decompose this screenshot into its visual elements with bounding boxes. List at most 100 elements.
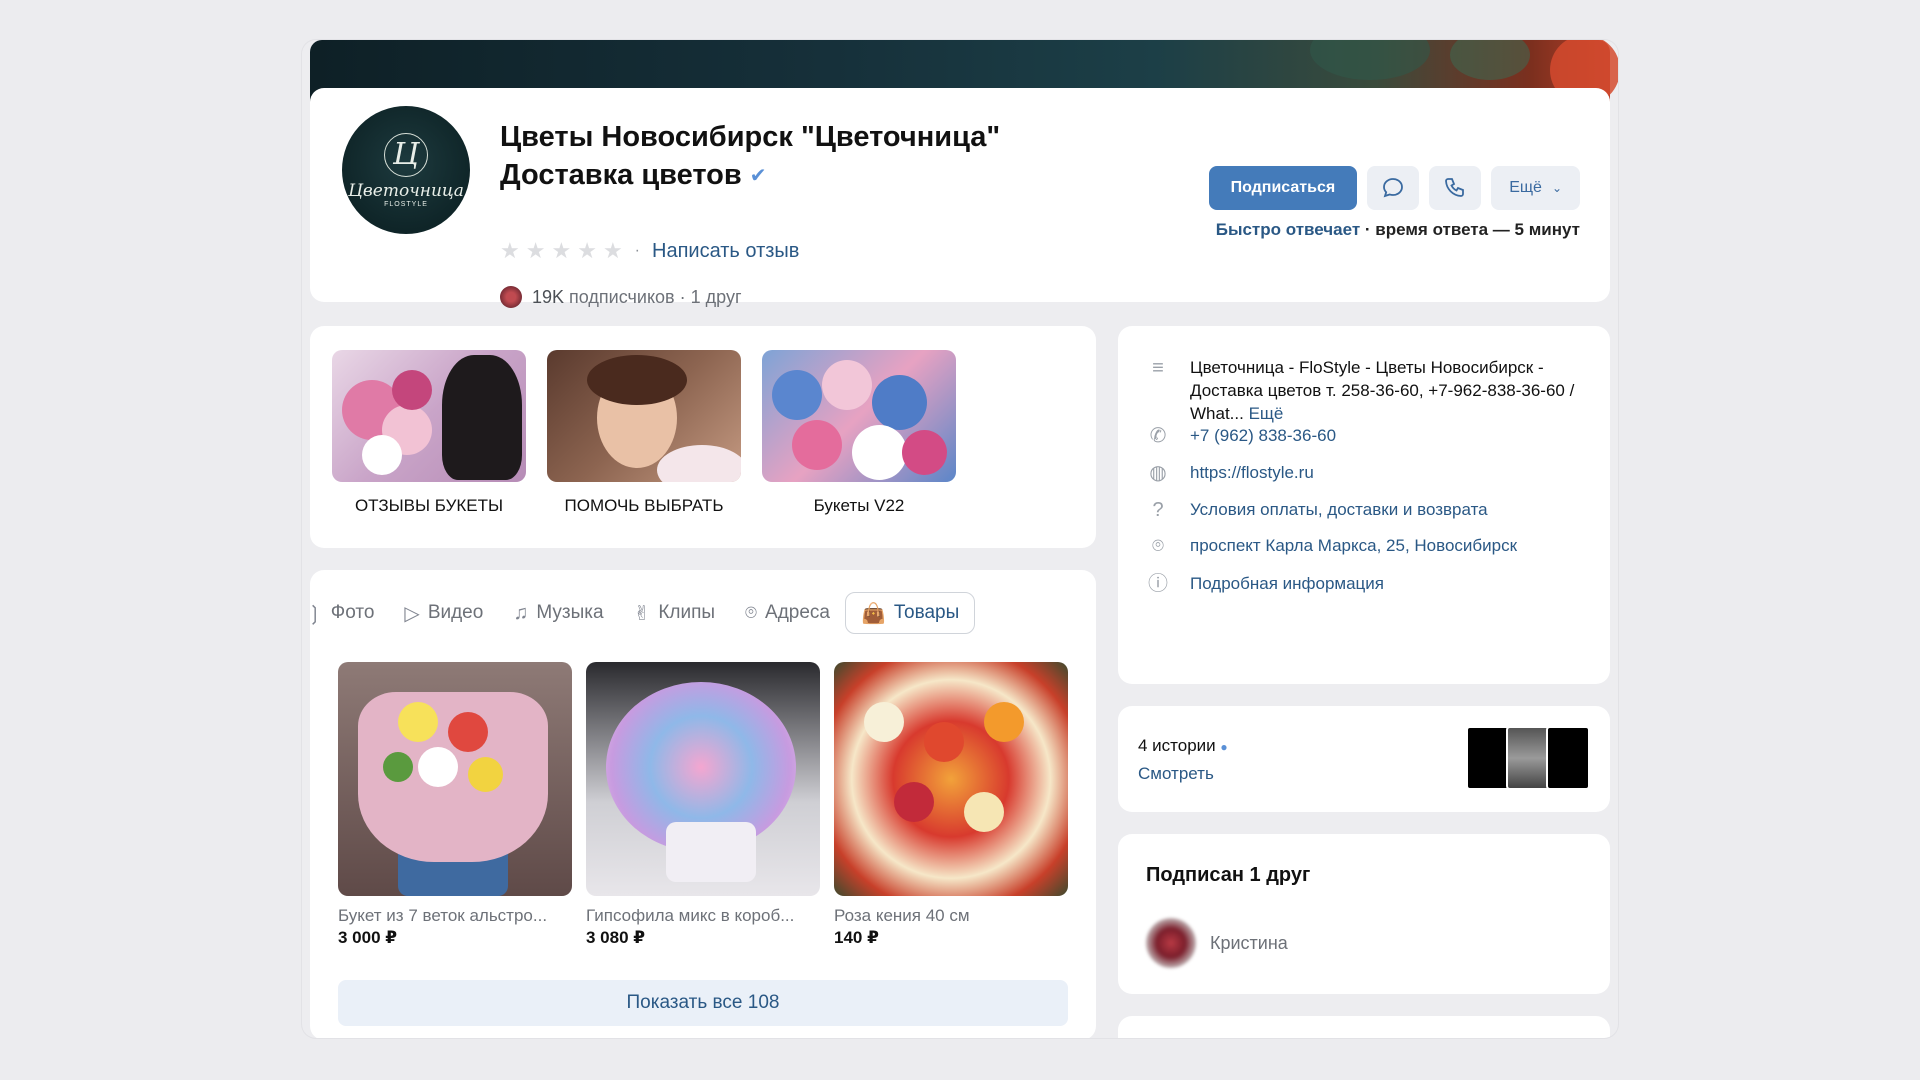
album-caption: ПОМОЧЬ ВЫБРАТЬ — [564, 496, 724, 515]
description-row: ≡ Цветочница - FloStyle - Цветы Новосиби… — [1146, 356, 1590, 425]
description-more-link[interactable]: Ещё — [1249, 404, 1284, 423]
address-link[interactable]: проспект Карла Маркса, 25, Новосибирск — [1190, 534, 1590, 558]
story-thumbnail — [1466, 726, 1510, 790]
content-tabs-card: ❳ Фото ▷ Видео ♫ Музыка ✌ Клипы ⌾ Адреса… — [306, 570, 1096, 1038]
address-row[interactable]: ⌾ проспект Карла Маркса, 25, Новосибирск — [1146, 534, 1590, 558]
community-page: Ц Цветочница FLOSTYLE Цветы Новосибирск … — [302, 40, 1618, 1038]
location-icon: ⌾ — [745, 601, 758, 624]
tab-goods[interactable]: 👜 Товары — [845, 592, 976, 634]
text-lines-icon: ≡ — [1152, 356, 1164, 379]
stories-card[interactable]: 4 истории ● Смотреть — [1118, 706, 1610, 812]
site-row[interactable]: ◍ https://flostyle.ru — [1146, 461, 1590, 485]
story-thumbnail — [1506, 726, 1550, 790]
star-icon[interactable]: ★ — [577, 238, 597, 264]
music-icon: ♫ — [513, 601, 529, 624]
tab-label: Товары — [893, 602, 960, 623]
story-thumbnail — [1546, 726, 1590, 790]
phone-icon — [1445, 178, 1465, 197]
tab-label: Музыка — [536, 602, 604, 623]
new-dot-icon: ● — [1220, 740, 1228, 754]
phone-icon: ✆ — [1149, 424, 1167, 447]
product-price: 140 ₽ — [834, 928, 879, 947]
reply-time: время ответа — 5 минут — [1375, 220, 1580, 239]
friend-item[interactable]: Кристина — [1146, 918, 1288, 968]
location-icon: ⌾ — [1152, 534, 1164, 557]
title-line-2: Доставка цветов — [500, 159, 742, 191]
phone-link[interactable]: +7 (962) 838-36-60 — [1190, 424, 1590, 448]
details-row[interactable]: ⓘ Подробная информация — [1146, 572, 1590, 596]
album-item[interactable]: ОТЗЫВЫ БУКЕТЫ — [332, 350, 526, 516]
album-item[interactable]: ПОМОЧЬ ВЫБРАТЬ — [547, 350, 741, 516]
stories-count: 4 истории — [1138, 736, 1216, 755]
product-card[interactable]: Гипсофила микс в короб... 3 080 ₽ — [586, 662, 820, 948]
stories-count-row: 4 истории ● — [1138, 736, 1228, 756]
tab-music[interactable]: ♫ Музыка — [498, 592, 618, 634]
rating-row: ★ ★ ★ ★ ★ · Написать отзыв — [500, 238, 799, 264]
reply-time-note: Быстро отвечает · время ответа — 5 минут — [1215, 220, 1580, 239]
message-icon — [1383, 178, 1404, 198]
more-button[interactable]: Ещё ⌄ — [1491, 166, 1580, 210]
verified-check-icon: ✔ — [749, 165, 767, 188]
product-image — [586, 662, 820, 896]
stories-watch-link[interactable]: Смотреть — [1138, 764, 1214, 784]
star-icon[interactable]: ★ — [526, 238, 546, 264]
subscribed-friends-card: Подписан 1 друг Кристина — [1118, 834, 1610, 994]
story-thumbnails[interactable] — [1466, 726, 1590, 790]
bag-icon: 👜 — [861, 602, 886, 625]
info-card: ≡ Цветочница - FloStyle - Цветы Новосиби… — [1118, 326, 1610, 684]
product-card[interactable]: Роза кения 40 см 140 ₽ — [834, 662, 1068, 948]
call-button[interactable] — [1429, 166, 1482, 210]
album-caption: ОТЗЫВЫ БУКЕТЫ — [354, 496, 504, 515]
product-card[interactable]: Букет из 7 веток альстро... 3 000 ₽ — [338, 662, 572, 948]
friends-heading[interactable]: Подписан 1 друг — [1146, 864, 1310, 887]
details-link[interactable]: Подробная информация — [1190, 572, 1590, 596]
product-image — [338, 662, 572, 896]
album-thumbnail — [762, 350, 956, 482]
star-icon[interactable]: ★ — [500, 238, 520, 264]
product-price: 3 080 ₽ — [586, 928, 646, 947]
clips-icon: ✌ — [633, 602, 651, 625]
message-button[interactable] — [1367, 166, 1420, 210]
tab-label: Фото — [330, 602, 375, 623]
avatar — [1146, 918, 1196, 968]
write-review-link[interactable]: Написать отзыв — [652, 240, 799, 263]
avatar-small-text: FLOSTYLE — [384, 200, 428, 208]
star-icon[interactable]: ★ — [551, 238, 571, 264]
community-avatar[interactable]: Ц Цветочница FLOSTYLE — [336, 100, 476, 240]
terms-link[interactable]: Условия оплаты, доставки и возврата — [1190, 498, 1590, 522]
community-header: Ц Цветочница FLOSTYLE Цветы Новосибирск … — [310, 88, 1610, 308]
tab-photo[interactable]: ❳ Фото — [306, 592, 389, 634]
show-all-goods-button[interactable]: Показать все 108 — [338, 980, 1068, 1026]
next-card-stub — [1118, 1016, 1610, 1038]
album-item[interactable]: Букеты V22 — [762, 350, 956, 516]
album-thumbnail — [332, 350, 526, 482]
friend-avatar-mini — [500, 286, 522, 308]
site-link[interactable]: https://flostyle.ru — [1190, 461, 1590, 485]
question-icon: ? — [1152, 498, 1164, 521]
product-price: 3 000 ₽ — [338, 928, 398, 947]
more-label: Ещё — [1509, 179, 1542, 196]
header-actions: Подписаться Ещё ⌄ — [1208, 166, 1580, 210]
globe-icon: ◍ — [1149, 461, 1167, 484]
product-name: Букет из 7 веток альстро... — [338, 906, 548, 925]
separator-dot: · — [634, 242, 640, 259]
phone-row[interactable]: ✆ +7 (962) 838-36-60 — [1146, 424, 1590, 448]
album-thumbnail — [547, 350, 741, 482]
star-icon[interactable]: ★ — [603, 238, 623, 264]
subscribe-button[interactable]: Подписаться — [1208, 166, 1358, 210]
terms-row[interactable]: ? Условия оплаты, доставки и возврата — [1146, 498, 1590, 522]
albums-card: ОТЗЫВЫ БУКЕТЫ ПОМОЧЬ ВЫБРАТЬ Букеты V22 — [310, 326, 1096, 548]
product-image — [834, 662, 1068, 896]
tab-label: Адреса — [765, 602, 830, 623]
subscribers-count: 19K — [532, 286, 565, 307]
tab-video[interactable]: ▷ Видео — [389, 592, 498, 634]
tab-clips[interactable]: ✌ Клипы — [619, 592, 730, 634]
subscribers-row[interactable]: 19K подписчиков · 1 друг — [500, 286, 742, 308]
subscribers-label: подписчиков — [569, 286, 675, 307]
tab-addresses[interactable]: ⌾ Адреса — [730, 592, 845, 634]
photo-icon: ❳ — [306, 602, 323, 625]
fast-reply-label: Быстро отвечает — [1215, 220, 1361, 239]
avatar-script-text: Цветочница — [348, 180, 464, 201]
product-name: Роза кения 40 см — [834, 906, 970, 925]
friends-count: · 1 друг — [679, 286, 742, 307]
